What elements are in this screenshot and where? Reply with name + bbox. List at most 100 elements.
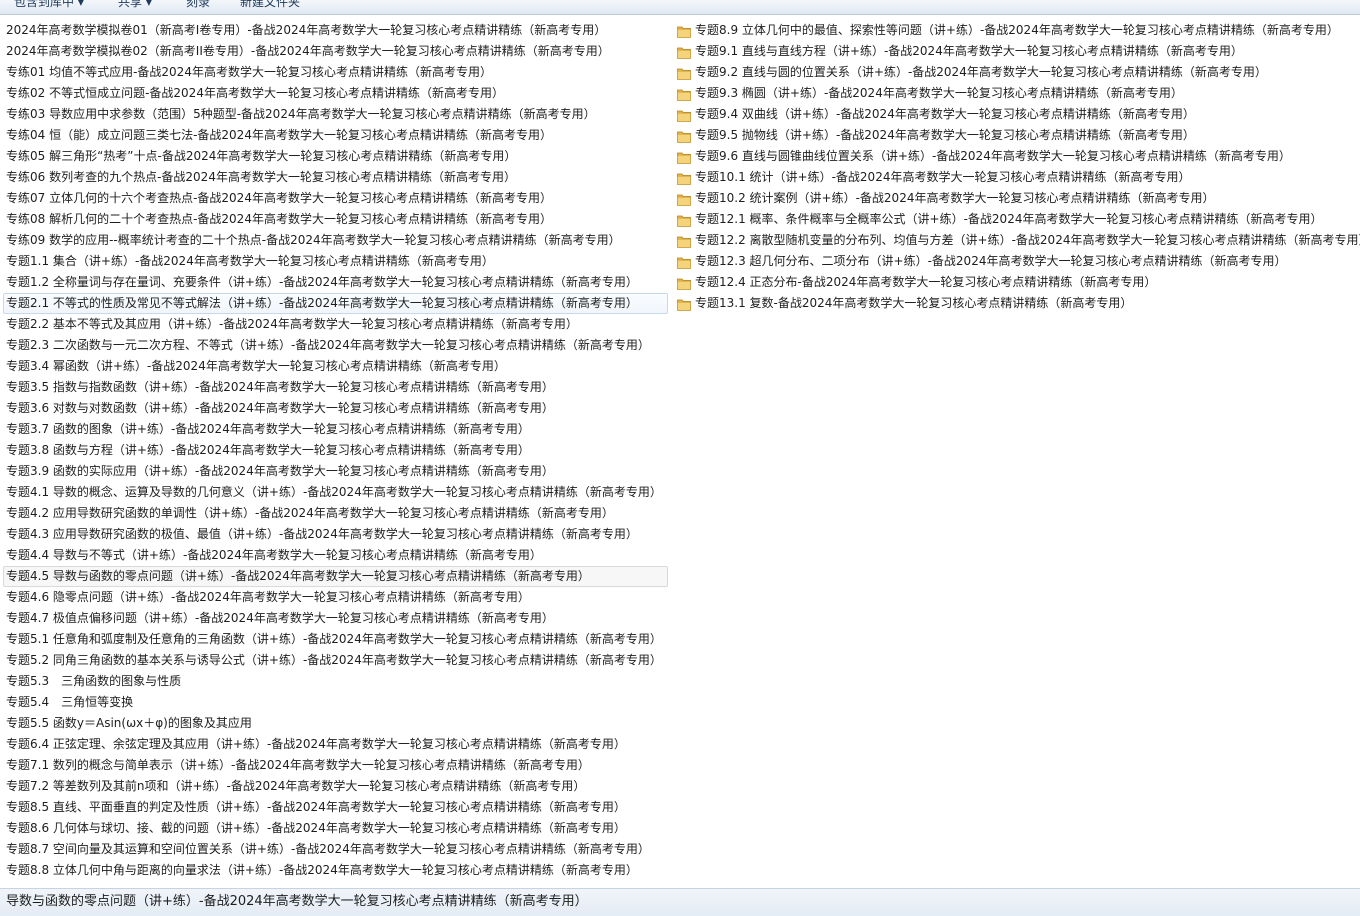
file-item[interactable]: 专题3.9 函数的实际应用（讲+练）-备战2024年高考数学大一轮复习核心考点精… (4, 461, 668, 482)
file-item-label: 专题8.8 立体几何中角与距离的向量求法（讲+练）-备战2024年高考数学大一轮… (6, 863, 638, 877)
folder-item[interactable]: 专题9.1 直线与直线方程（讲+练）-备战2024年高考数学大一轮复习核心考点精… (674, 41, 1360, 62)
file-item-label: 专题3.7 函数的图象（讲+练）-备战2024年高考数学大一轮复习核心考点精讲精… (6, 422, 530, 436)
folder-item[interactable]: 专题10.1 统计（讲+练）-备战2024年高考数学大一轮复习核心考点精讲精练（… (674, 167, 1360, 188)
file-item-label: 专练06 数列考查的九个热点-备战2024年高考数学大一轮复习核心考点精讲精练（… (6, 170, 516, 184)
folder-item-label: 专题10.2 统计案例（讲+练）-备战2024年高考数学大一轮复习核心考点精讲精… (695, 191, 1215, 205)
file-item-label: 专练08 解析几何的二十个考查热点-备战2024年高考数学大一轮复习核心考点精讲… (6, 212, 552, 226)
folder-item-label: 专题10.1 统计（讲+练）-备战2024年高考数学大一轮复习核心考点精讲精练（… (695, 170, 1191, 184)
file-item[interactable]: 专练09 数学的应用--概率统计考查的二十个热点-备战2024年高考数学大一轮复… (4, 230, 668, 251)
folder-item[interactable]: 专题9.2 直线与圆的位置关系（讲+练）-备战2024年高考数学大一轮复习核心考… (674, 62, 1360, 83)
file-item[interactable]: 专题4.1 导数的概念、运算及导数的几何意义（讲+练）-备战2024年高考数学大… (4, 482, 668, 503)
file-item[interactable]: 专练08 解析几何的二十个考查热点-备战2024年高考数学大一轮复习核心考点精讲… (4, 209, 668, 230)
file-item[interactable]: 专题2.3 二次函数与一元二次方程、不等式（讲+练）-备战2024年高考数学大一… (4, 335, 668, 356)
file-item-label: 专题7.1 数列的概念与简单表示（讲+练）-备战2024年高考数学大一轮复习核心… (6, 758, 590, 772)
file-item[interactable]: 专题3.7 函数的图象（讲+练）-备战2024年高考数学大一轮复习核心考点精讲精… (4, 419, 668, 440)
file-item-label: 专题5.1 任意角和弧度制及任意角的三角函数（讲+练）-备战2024年高考数学大… (6, 632, 662, 646)
file-item[interactable]: 专题5.3 三角函数的图象与性质 (4, 671, 668, 692)
file-item-label: 2024年高考数学模拟卷01（新高考Ⅰ卷专用）-备战2024年高考数学大一轮复习… (6, 23, 607, 37)
file-item[interactable]: 专题2.1 不等式的性质及常见不等式解法（讲+练）-备战2024年高考数学大一轮… (3, 293, 668, 314)
folder-item-label: 专题8.9 立体几何中的最值、探索性等问题（讲+练）-备战2024年高考数学大一… (695, 23, 1339, 37)
folder-icon (677, 150, 691, 164)
folder-item[interactable]: 专题12.2 离散型随机变量的分布列、均值与方差（讲+练）-备战2024年高考数… (674, 230, 1360, 251)
file-item[interactable]: 专题4.7 极值点偏移问题（讲+练）-备战2024年高考数学大一轮复习核心考点精… (4, 608, 668, 629)
file-item[interactable]: 专题5.2 同角三角函数的基本关系与诱导公式（讲+练）-备战2024年高考数学大… (4, 650, 668, 671)
file-item[interactable]: 专练07 立体几何的十六个考查热点-备战2024年高考数学大一轮复习核心考点精讲… (4, 188, 668, 209)
folder-item[interactable]: 专题12.1 概率、条件概率与全概率公式（讲+练）-备战2024年高考数学大一轮… (674, 209, 1360, 230)
file-list-pane: 2024年高考数学模拟卷01（新高考Ⅰ卷专用）-备战2024年高考数学大一轮复习… (0, 15, 1360, 887)
share-button[interactable]: 共享 ▾ (118, 0, 152, 10)
folder-item[interactable]: 专题9.4 双曲线（讲+练）-备战2024年高考数学大一轮复习核心考点精讲精练（… (674, 104, 1360, 125)
folder-icon (677, 213, 691, 227)
file-item[interactable]: 专题1.2 全称量词与存在量词、充要条件（讲+练）-备战2024年高考数学大一轮… (4, 272, 668, 293)
file-item[interactable]: 专练05 解三角形“热考”十点-备战2024年高考数学大一轮复习核心考点精讲精练… (4, 146, 668, 167)
folder-icon (677, 129, 691, 143)
file-item[interactable]: 专题8.8 立体几何中角与距离的向量求法（讲+练）-备战2024年高考数学大一轮… (4, 860, 668, 881)
file-item[interactable]: 2024年高考数学模拟卷01（新高考Ⅰ卷专用）-备战2024年高考数学大一轮复习… (4, 20, 668, 41)
folder-item[interactable]: 专题9.3 椭圆（讲+练）-备战2024年高考数学大一轮复习核心考点精讲精练（新… (674, 83, 1360, 104)
folder-item-label: 专题9.6 直线与圆锥曲线位置关系（讲+练）-备战2024年高考数学大一轮复习核… (695, 149, 1291, 163)
file-item-label: 专练04 恒（能）成立问题三类七法-备战2024年高考数学大一轮复习核心考点精讲… (6, 128, 552, 142)
status-selected-item-text: 导数与函数的零点问题（讲+练）-备战2024年高考数学大一轮复习核心考点精讲精练… (6, 894, 588, 909)
file-item[interactable]: 专题4.6 隐零点问题（讲+练）-备战2024年高考数学大一轮复习核心考点精讲精… (4, 587, 668, 608)
file-item[interactable]: 专题7.1 数列的概念与简单表示（讲+练）-备战2024年高考数学大一轮复习核心… (4, 755, 668, 776)
include-in-library-button[interactable]: 包含到库中 ▾ (14, 0, 84, 10)
file-item[interactable]: 专题4.5 导数与函数的零点问题（讲+练）-备战2024年高考数学大一轮复习核心… (3, 566, 668, 587)
folder-item[interactable]: 专题10.2 统计案例（讲+练）-备战2024年高考数学大一轮复习核心考点精讲精… (674, 188, 1360, 209)
file-item-label: 专练05 解三角形“热考”十点-备战2024年高考数学大一轮复习核心考点精讲精练… (6, 149, 517, 163)
burn-button[interactable]: 刻录 (186, 0, 210, 10)
file-item[interactable]: 专题6.4 正弦定理、余弦定理及其应用（讲+练）-备战2024年高考数学大一轮复… (4, 734, 668, 755)
file-item[interactable]: 专题3.4 幂函数（讲+练）-备战2024年高考数学大一轮复习核心考点精讲精练（… (4, 356, 668, 377)
file-item[interactable]: 专题8.7 空间向量及其运算和空间位置关系（讲+练）-备战2024年高考数学大一… (4, 839, 668, 860)
folder-item-label: 专题9.3 椭圆（讲+练）-备战2024年高考数学大一轮复习核心考点精讲精练（新… (695, 86, 1183, 100)
folder-item[interactable]: 专题12.4 正态分布-备战2024年高考数学大一轮复习核心考点精讲精练（新高考… (674, 272, 1360, 293)
toolbar: 包含到库中 ▾ 共享 ▾ 刻录 新建文件夹 (0, 0, 1360, 15)
file-item-label: 专题2.2 基本不等式及其应用（讲+练）-备战2024年高考数学大一轮复习核心考… (6, 317, 578, 331)
file-item-label: 专题3.5 指数与指数函数（讲+练）-备战2024年高考数学大一轮复习核心考点精… (6, 380, 554, 394)
file-item[interactable]: 专题2.2 基本不等式及其应用（讲+练）-备战2024年高考数学大一轮复习核心考… (4, 314, 668, 335)
folder-item-label: 专题13.1 复数-备战2024年高考数学大一轮复习核心考点精讲精练（新高考专用… (695, 296, 1133, 310)
folder-item[interactable]: 专题9.5 抛物线（讲+练）-备战2024年高考数学大一轮复习核心考点精讲精练（… (674, 125, 1360, 146)
status-bar: 导数与函数的零点问题（讲+练）-备战2024年高考数学大一轮复习核心考点精讲精练… (0, 888, 1360, 916)
file-item[interactable]: 专练04 恒（能）成立问题三类七法-备战2024年高考数学大一轮复习核心考点精讲… (4, 125, 668, 146)
file-item[interactable]: 专练01 均值不等式应用-备战2024年高考数学大一轮复习核心考点精讲精练（新高… (4, 62, 668, 83)
folder-icon (677, 66, 691, 80)
file-item[interactable]: 专题3.6 对数与对数函数（讲+练）-备战2024年高考数学大一轮复习核心考点精… (4, 398, 668, 419)
file-item[interactable]: 专练03 导数应用中求参数（范围）5种题型-备战2024年高考数学大一轮复习核心… (4, 104, 668, 125)
file-item-label: 专题4.4 导数与不等式（讲+练）-备战2024年高考数学大一轮复习核心考点精讲… (6, 548, 542, 562)
file-item-label: 专练02 不等式恒成立问题-备战2024年高考数学大一轮复习核心考点精讲精练（新… (6, 86, 504, 100)
folder-icon (677, 24, 691, 38)
file-item[interactable]: 专题3.5 指数与指数函数（讲+练）-备战2024年高考数学大一轮复习核心考点精… (4, 377, 668, 398)
folder-item[interactable]: 专题13.1 复数-备战2024年高考数学大一轮复习核心考点精讲精练（新高考专用… (674, 293, 1360, 314)
file-item[interactable]: 专题5.4 三角恒等变换 (4, 692, 668, 713)
file-item-label: 专题4.6 隐零点问题（讲+练）-备战2024年高考数学大一轮复习核心考点精讲精… (6, 590, 530, 604)
file-item[interactable]: 专题4.2 应用导数研究函数的单调性（讲+练）-备战2024年高考数学大一轮复习… (4, 503, 668, 524)
file-item-label: 专题7.2 等差数列及其前n项和（讲+练）-备战2024年高考数学大一轮复习核心… (6, 779, 586, 793)
file-item[interactable]: 专题7.2 等差数列及其前n项和（讲+练）-备战2024年高考数学大一轮复习核心… (4, 776, 668, 797)
file-item[interactable]: 专练06 数列考查的九个热点-备战2024年高考数学大一轮复习核心考点精讲精练（… (4, 167, 668, 188)
file-item[interactable]: 专题1.1 集合（讲+练）-备战2024年高考数学大一轮复习核心考点精讲精练（新… (4, 251, 668, 272)
file-item[interactable]: 专题5.5 函数y＝Asin(ωx＋φ)的图象及其应用 (4, 713, 668, 734)
file-item[interactable]: 专题4.4 导数与不等式（讲+练）-备战2024年高考数学大一轮复习核心考点精讲… (4, 545, 668, 566)
folder-item[interactable]: 专题12.3 超几何分布、二项分布（讲+练）-备战2024年高考数学大一轮复习核… (674, 251, 1360, 272)
file-item-label: 专练01 均值不等式应用-备战2024年高考数学大一轮复习核心考点精讲精练（新高… (6, 65, 492, 79)
file-item-label: 专题4.5 导数与函数的零点问题（讲+练）-备战2024年高考数学大一轮复习核心… (6, 569, 590, 583)
file-item[interactable]: 专题8.6 几何体与球切、接、截的问题（讲+练）-备战2024年高考数学大一轮复… (4, 818, 668, 839)
folder-item-label: 专题12.2 离散型随机变量的分布列、均值与方差（讲+练）-备战2024年高考数… (695, 233, 1360, 247)
file-item[interactable]: 专题8.5 直线、平面垂直的判定及性质（讲+练）-备战2024年高考数学大一轮复… (4, 797, 668, 818)
folder-icon (677, 276, 691, 290)
file-item[interactable]: 2024年高考数学模拟卷02（新高考II卷专用）-备战2024年高考数学大一轮复… (4, 41, 668, 62)
file-item-label: 专题1.2 全称量词与存在量词、充要条件（讲+练）-备战2024年高考数学大一轮… (6, 275, 638, 289)
folder-item[interactable]: 专题9.6 直线与圆锥曲线位置关系（讲+练）-备战2024年高考数学大一轮复习核… (674, 146, 1360, 167)
file-item[interactable]: 专题4.3 应用导数研究函数的极值、最值（讲+练）-备战2024年高考数学大一轮… (4, 524, 668, 545)
folder-item[interactable]: 专题8.9 立体几何中的最值、探索性等问题（讲+练）-备战2024年高考数学大一… (674, 20, 1360, 41)
file-item[interactable]: 专练02 不等式恒成立问题-备战2024年高考数学大一轮复习核心考点精讲精练（新… (4, 83, 668, 104)
folder-icon (677, 45, 691, 59)
file-item-label: 专题3.6 对数与对数函数（讲+练）-备战2024年高考数学大一轮复习核心考点精… (6, 401, 554, 415)
file-item[interactable]: 专题5.1 任意角和弧度制及任意角的三角函数（讲+练）-备战2024年高考数学大… (4, 629, 668, 650)
folder-item-label: 专题12.1 概率、条件概率与全概率公式（讲+练）-备战2024年高考数学大一轮… (695, 212, 1323, 226)
new-folder-button[interactable]: 新建文件夹 (240, 0, 300, 10)
file-item[interactable]: 专题3.8 函数与方程（讲+练）-备战2024年高考数学大一轮复习核心考点精讲精… (4, 440, 668, 461)
file-item-label: 专题4.2 应用导数研究函数的单调性（讲+练）-备战2024年高考数学大一轮复习… (6, 506, 614, 520)
folder-icon (677, 234, 691, 248)
file-item-label: 专题2.1 不等式的性质及常见不等式解法（讲+练）-备战2024年高考数学大一轮… (6, 296, 638, 310)
